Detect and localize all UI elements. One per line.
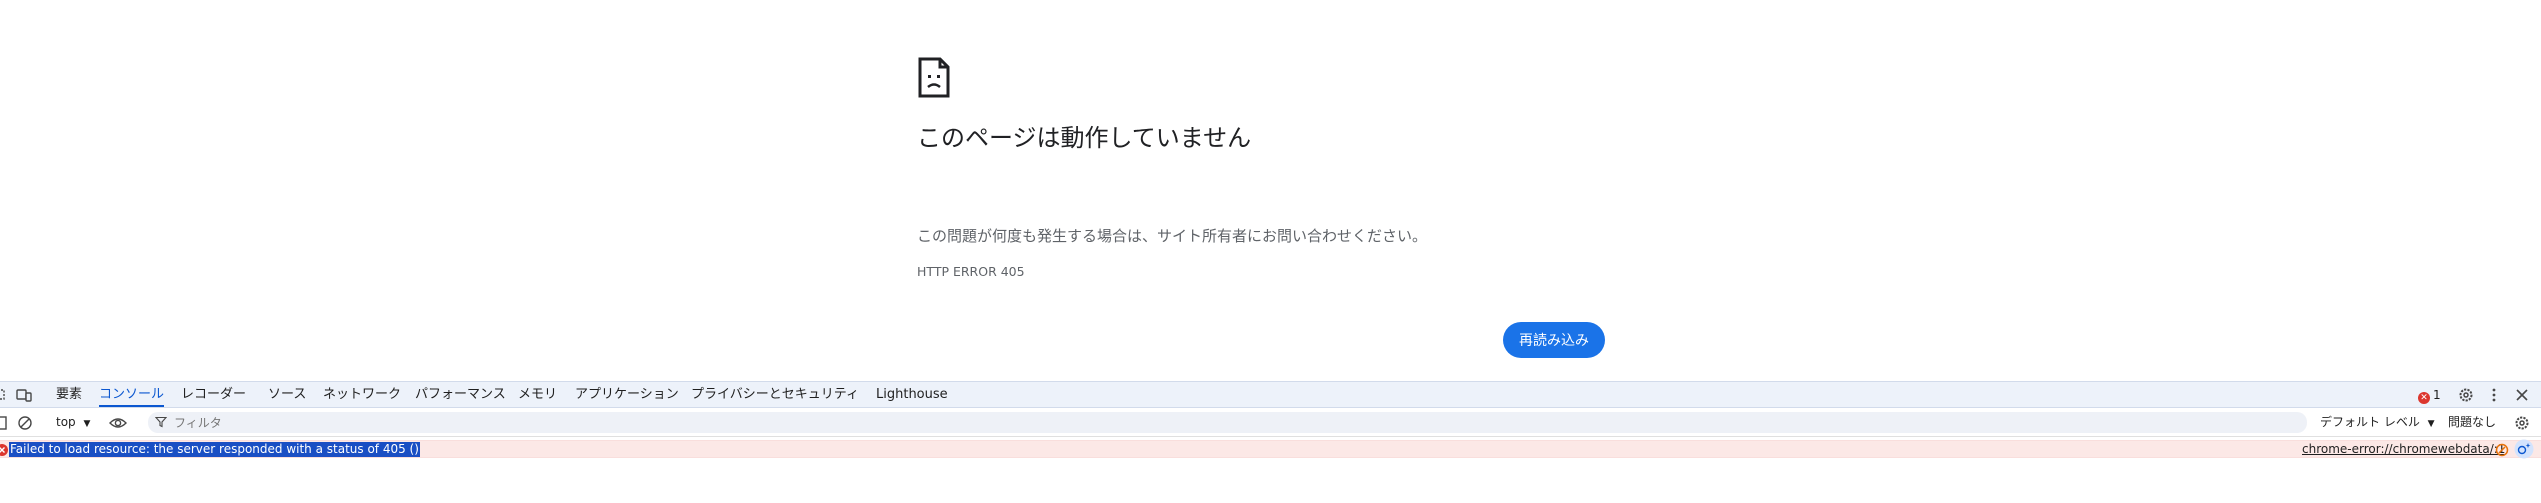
- browser-viewport: このページは動作していません この問題が何度も発生する場合は、サイト所有者にお問…: [0, 0, 2541, 503]
- console-toolbar: top ▼ デフォルト レベル ▼ 問題なし: [0, 408, 2541, 437]
- error-message: この問題が何度も発生する場合は、サイト所有者にお問い合わせください。: [917, 227, 1428, 245]
- console-filter-input[interactable]: [148, 412, 2307, 433]
- tab-memory[interactable]: メモリ: [518, 382, 557, 407]
- more-options-icon[interactable]: [2486, 387, 2502, 403]
- context-value: top: [56, 415, 76, 429]
- reload-button[interactable]: 再読み込み: [1503, 322, 1605, 358]
- devtools-tab-bar: 要素 コンソール レコーダー ソース ネットワーク パフォーマンス メモリ アプ…: [0, 382, 2541, 408]
- inspect-element-icon[interactable]: [0, 387, 8, 403]
- chevron-down-icon: ▼: [2427, 419, 2435, 429]
- error-count: 1: [2433, 388, 2441, 402]
- settings-gear-icon[interactable]: [2458, 387, 2474, 403]
- tab-performance[interactable]: パフォーマンス: [415, 382, 506, 407]
- console-error-message[interactable]: Failed to load resource: the server resp…: [9, 442, 420, 457]
- sad-page-icon: [918, 57, 950, 98]
- log-level-label: デフォルト レベル: [2320, 415, 2420, 429]
- clear-console-icon[interactable]: [17, 415, 33, 431]
- console-source-link[interactable]: chrome-error://chromewebdata/:1: [2302, 442, 2505, 457]
- console-error-row[interactable]: Failed to load resource: the server resp…: [0, 439, 2541, 459]
- tab-application[interactable]: アプリケーション: [575, 382, 679, 407]
- tab-network[interactable]: ネットワーク: [323, 382, 401, 407]
- tab-sources[interactable]: ソース: [268, 382, 306, 407]
- device-toolbar-icon[interactable]: [16, 387, 32, 403]
- error-count-badge[interactable]: ✕ 1: [2418, 387, 2441, 404]
- devtools-panel: 要素 コンソール レコーダー ソース ネットワーク パフォーマンス メモリ アプ…: [0, 381, 2541, 503]
- tab-privacy-security[interactable]: プライバシーとセキュリティ: [691, 382, 859, 407]
- tab-lighthouse[interactable]: Lighthouse: [876, 382, 948, 407]
- tab-elements[interactable]: 要素: [56, 382, 82, 407]
- context-selector[interactable]: top ▼: [56, 414, 90, 432]
- sidebar-toggle-icon[interactable]: [0, 415, 8, 431]
- live-expression-eye-icon[interactable]: [109, 415, 127, 431]
- issues-counter[interactable]: 問題なし: [2448, 414, 2496, 430]
- explain-message-icon[interactable]: [2514, 439, 2534, 459]
- filter-icon: [155, 416, 167, 428]
- close-devtools-icon[interactable]: [2514, 387, 2530, 403]
- tab-console[interactable]: コンソール: [99, 382, 165, 407]
- error-code: HTTP ERROR 405: [917, 264, 1025, 279]
- error-icon: ✕: [2418, 392, 2430, 404]
- console-settings-icon[interactable]: [2514, 415, 2530, 431]
- tab-recorder[interactable]: レコーダー: [181, 382, 246, 407]
- log-level-dropdown[interactable]: デフォルト レベル ▼: [2320, 414, 2435, 432]
- ai-insights-icon[interactable]: [2494, 442, 2510, 458]
- error-title: このページは動作していません: [917, 124, 1252, 152]
- chevron-down-icon: ▼: [83, 419, 91, 429]
